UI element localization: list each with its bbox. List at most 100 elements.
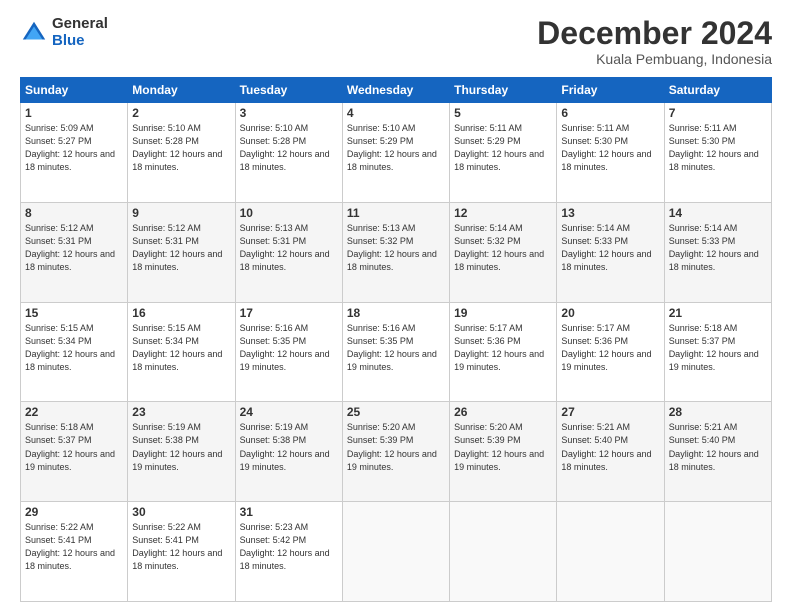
table-row <box>664 502 771 602</box>
table-row: 11Sunrise: 5:13 AMSunset: 5:32 PMDayligh… <box>342 202 449 302</box>
table-row <box>342 502 449 602</box>
day-number: 3 <box>240 106 338 120</box>
location: Kuala Pembuang, Indonesia <box>537 51 772 67</box>
day-number: 2 <box>132 106 230 120</box>
table-row: 10 Sunrise: 5:13 AMSunset: 5:31 PMDayligh… <box>235 202 342 302</box>
day-number: 1 <box>25 106 123 120</box>
table-row: 4 Sunrise: 5:10 AMSunset: 5:29 PMDaylight… <box>342 103 449 203</box>
day-info: Sunrise: 5:20 AMSunset: 5:39 PMDaylight:… <box>454 422 544 471</box>
table-row: 14 Sunrise: 5:14 AMSunset: 5:33 PMDayligh… <box>664 202 771 302</box>
day-number: 20 <box>561 306 659 320</box>
day-info: Sunrise: 5:15 AMSunset: 5:34 PMDaylight:… <box>25 323 115 372</box>
day-info: Sunrise: 5:21 AMSunset: 5:40 PMDaylight:… <box>669 422 759 471</box>
title-block: December 2024 Kuala Pembuang, Indonesia <box>537 16 772 67</box>
day-number: 11 <box>347 206 445 220</box>
day-number: 29 <box>25 505 123 519</box>
calendar-week-row: 15 Sunrise: 5:15 AMSunset: 5:34 PMDayligh… <box>21 302 772 402</box>
col-friday: Friday <box>557 78 664 103</box>
table-row: 8 Sunrise: 5:12 AMSunset: 5:31 PMDaylight… <box>21 202 128 302</box>
day-info: Sunrise: 5:22 AMSunset: 5:41 PMDaylight:… <box>132 522 222 571</box>
day-info: Sunrise: 5:17 AMSunset: 5:36 PMDaylight:… <box>561 323 651 372</box>
day-number: 27 <box>561 405 659 419</box>
day-info: Sunrise: 5:11 AMSunset: 5:29 PMDaylight:… <box>454 123 544 172</box>
day-info: Sunrise: 5:10 AMSunset: 5:29 PMDaylight:… <box>347 123 437 172</box>
day-info: Sunrise: 5:13 AMSunset: 5:31 PMDaylight:… <box>240 223 330 272</box>
table-row <box>450 502 557 602</box>
day-info: Sunrise: 5:23 AMSunset: 5:42 PMDaylight:… <box>240 522 330 571</box>
page: General Blue December 2024 Kuala Pembuan… <box>0 0 792 612</box>
day-number: 7 <box>669 106 767 120</box>
day-number: 8 <box>25 206 123 220</box>
header: General Blue December 2024 Kuala Pembuan… <box>20 16 772 67</box>
day-number: 10 <box>240 206 338 220</box>
col-monday: Monday <box>128 78 235 103</box>
day-number: 30 <box>132 505 230 519</box>
calendar-week-row: 1 Sunrise: 5:09 AMSunset: 5:27 PMDaylight… <box>21 103 772 203</box>
day-info: Sunrise: 5:16 AMSunset: 5:35 PMDaylight:… <box>347 323 437 372</box>
day-info: Sunrise: 5:10 AMSunset: 5:28 PMDaylight:… <box>132 123 222 172</box>
day-info: Sunrise: 5:17 AMSunset: 5:36 PMDaylight:… <box>454 323 544 372</box>
day-info: Sunrise: 5:11 AMSunset: 5:30 PMDaylight:… <box>669 123 759 172</box>
table-row: 25Sunrise: 5:20 AMSunset: 5:39 PMDayligh… <box>342 402 449 502</box>
day-number: 9 <box>132 206 230 220</box>
logo: General Blue <box>20 16 108 49</box>
table-row: 28 Sunrise: 5:21 AMSunset: 5:40 PMDayligh… <box>664 402 771 502</box>
table-row: 1 Sunrise: 5:09 AMSunset: 5:27 PMDaylight… <box>21 103 128 203</box>
table-row: 12 Sunrise: 5:14 AMSunset: 5:32 PMDayligh… <box>450 202 557 302</box>
table-row: 29Sunrise: 5:22 AMSunset: 5:41 PMDayligh… <box>21 502 128 602</box>
col-saturday: Saturday <box>664 78 771 103</box>
calendar-week-row: 29 Sunrise: 5:22 AMSunset: 5:41 PMDayligh… <box>21 502 772 602</box>
table-row: 2 Sunrise: 5:10 AMSunset: 5:28 PMDaylight… <box>128 103 235 203</box>
day-info: Sunrise: 5:12 AMSunset: 5:31 PMDaylight:… <box>132 223 222 272</box>
table-row: 17 Sunrise: 5:16 AMSunset: 5:35 PMDayligh… <box>235 302 342 402</box>
calendar-week-row: 22Sunrise: 5:18 AMSunset: 5:37 PMDayligh… <box>21 402 772 502</box>
day-info: Sunrise: 5:09 AMSunset: 5:27 PMDaylight:… <box>25 123 115 172</box>
day-info: Sunrise: 5:10 AMSunset: 5:28 PMDaylight:… <box>240 123 330 172</box>
day-info: Sunrise: 5:14 AMSunset: 5:33 PMDaylight:… <box>669 223 759 272</box>
logo-text: General Blue <box>52 16 108 49</box>
table-row: 19Sunrise: 5:17 AMSunset: 5:36 PMDayligh… <box>450 302 557 402</box>
day-number: 28 <box>669 405 767 419</box>
logo-blue-text: Blue <box>52 33 108 50</box>
table-row: 22Sunrise: 5:18 AMSunset: 5:37 PMDayligh… <box>21 402 128 502</box>
day-info: Sunrise: 5:21 AMSunset: 5:40 PMDaylight:… <box>561 422 651 471</box>
day-info: Sunrise: 5:12 AMSunset: 5:31 PMDaylight:… <box>25 223 115 272</box>
day-info: Sunrise: 5:19 AMSunset: 5:38 PMDaylight:… <box>132 422 222 471</box>
day-number: 12 <box>454 206 552 220</box>
calendar-table: Sunday Monday Tuesday Wednesday Thursday… <box>20 77 772 602</box>
day-info: Sunrise: 5:15 AMSunset: 5:34 PMDaylight:… <box>132 323 222 372</box>
table-row: 9 Sunrise: 5:12 AMSunset: 5:31 PMDaylight… <box>128 202 235 302</box>
day-number: 4 <box>347 106 445 120</box>
day-info: Sunrise: 5:20 AMSunset: 5:39 PMDaylight:… <box>347 422 437 471</box>
day-number: 22 <box>25 405 123 419</box>
day-number: 5 <box>454 106 552 120</box>
day-number: 6 <box>561 106 659 120</box>
day-info: Sunrise: 5:16 AMSunset: 5:35 PMDaylight:… <box>240 323 330 372</box>
day-number: 16 <box>132 306 230 320</box>
table-row <box>557 502 664 602</box>
table-row: 21 Sunrise: 5:18 AMSunset: 5:37 PMDayligh… <box>664 302 771 402</box>
day-info: Sunrise: 5:18 AMSunset: 5:37 PMDaylight:… <box>669 323 759 372</box>
col-thursday: Thursday <box>450 78 557 103</box>
day-number: 31 <box>240 505 338 519</box>
table-row: 6Sunrise: 5:11 AMSunset: 5:30 PMDaylight… <box>557 103 664 203</box>
day-info: Sunrise: 5:14 AMSunset: 5:32 PMDaylight:… <box>454 223 544 272</box>
day-number: 14 <box>669 206 767 220</box>
table-row: 20 Sunrise: 5:17 AMSunset: 5:36 PMDayligh… <box>557 302 664 402</box>
day-number: 21 <box>669 306 767 320</box>
table-row: 30 Sunrise: 5:22 AMSunset: 5:41 PMDayligh… <box>128 502 235 602</box>
month-title: December 2024 <box>537 16 772 51</box>
col-wednesday: Wednesday <box>342 78 449 103</box>
day-number: 15 <box>25 306 123 320</box>
table-row: 26Sunrise: 5:20 AMSunset: 5:39 PMDayligh… <box>450 402 557 502</box>
table-row: 24Sunrise: 5:19 AMSunset: 5:38 PMDayligh… <box>235 402 342 502</box>
table-row: 18 Sunrise: 5:16 AMSunset: 5:35 PMDayligh… <box>342 302 449 402</box>
logo-general-text: General <box>52 16 108 33</box>
table-row: 15 Sunrise: 5:15 AMSunset: 5:34 PMDayligh… <box>21 302 128 402</box>
day-number: 17 <box>240 306 338 320</box>
day-number: 18 <box>347 306 445 320</box>
calendar-week-row: 8 Sunrise: 5:12 AMSunset: 5:31 PMDaylight… <box>21 202 772 302</box>
col-sunday: Sunday <box>21 78 128 103</box>
table-row: 13Sunrise: 5:14 AMSunset: 5:33 PMDayligh… <box>557 202 664 302</box>
table-row: 5 Sunrise: 5:11 AMSunset: 5:29 PMDaylight… <box>450 103 557 203</box>
